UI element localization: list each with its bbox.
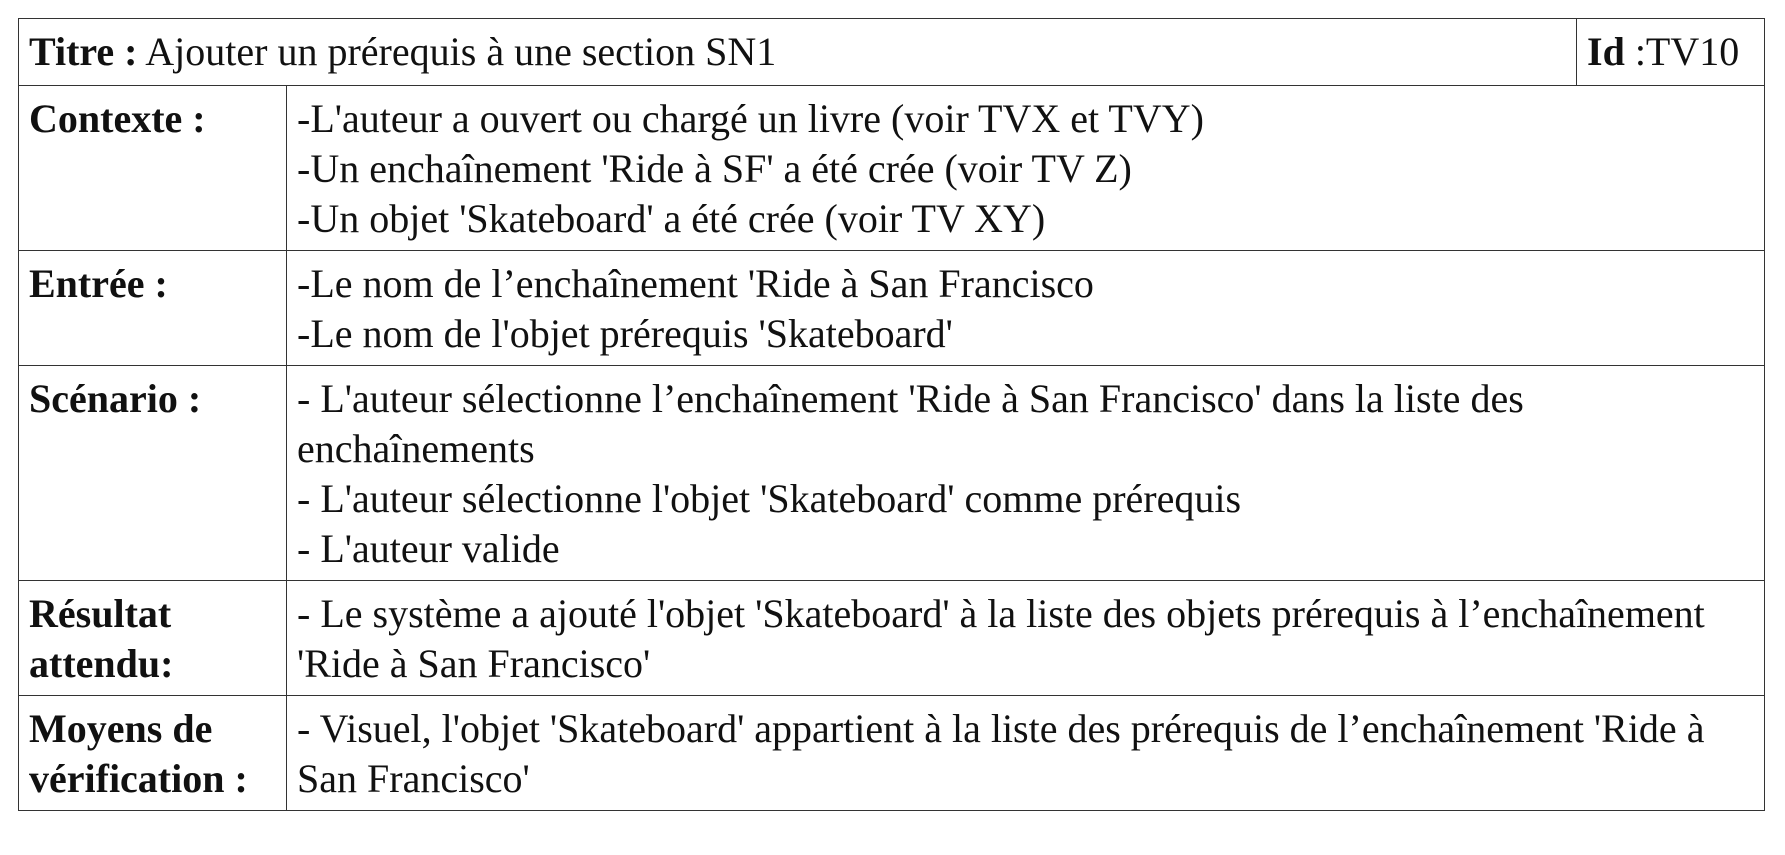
header-row: Titre : Ajouter un prérequis à une secti… xyxy=(18,18,1765,86)
row-label-resultat: Résultat attendu: xyxy=(18,580,287,696)
table-row: Résultat attendu: - Le système a ajouté … xyxy=(18,580,1765,696)
id-value: :TV10 xyxy=(1634,29,1740,74)
row-label-moyens: Moyens de vérification : xyxy=(18,695,287,811)
content-line: -L'auteur a ouvert ou chargé un livre (v… xyxy=(297,96,1204,141)
content-line: -Le nom de l'objet prérequis 'Skateboard… xyxy=(297,311,953,356)
row-label-scenario: Scénario : xyxy=(18,365,287,581)
row-content-resultat: - Le système a ajouté l'objet 'Skateboar… xyxy=(286,580,1765,696)
row-content-scenario: - L'auteur sélectionne l’enchaînement 'R… xyxy=(286,365,1765,581)
content-line: - Le système a ajouté l'objet 'Skateboar… xyxy=(297,591,1705,686)
content-line: - L'auteur valide xyxy=(297,526,560,571)
row-label-contexte: Contexte : xyxy=(18,85,287,251)
title-cell: Titre : Ajouter un prérequis à une secti… xyxy=(18,18,1577,86)
id-label: Id xyxy=(1587,29,1625,74)
title-value: Ajouter un prérequis à une section SN1 xyxy=(145,29,777,74)
row-content-contexte: -L'auteur a ouvert ou chargé un livre (v… xyxy=(286,85,1765,251)
content-line: - Visuel, l'objet 'Skateboard' appartien… xyxy=(297,706,1705,801)
row-content-entree: -Le nom de l’enchaînement 'Ride à San Fr… xyxy=(286,250,1765,366)
table-row: Contexte : -L'auteur a ouvert ou chargé … xyxy=(18,85,1765,251)
content-line: - L'auteur sélectionne l'objet 'Skateboa… xyxy=(297,476,1242,521)
table-row: Scénario : - L'auteur sélectionne l’ench… xyxy=(18,365,1765,581)
test-case-table: Titre : Ajouter un prérequis à une secti… xyxy=(18,18,1765,811)
test-case-sheet: Titre : Ajouter un prérequis à une secti… xyxy=(18,18,1765,811)
content-line: -Un objet 'Skateboard' a été crée (voir … xyxy=(297,196,1046,241)
table-row: Entrée : -Le nom de l’enchaînement 'Ride… xyxy=(18,250,1765,366)
row-content-moyens: - Visuel, l'objet 'Skateboard' appartien… xyxy=(286,695,1765,811)
content-line: - L'auteur sélectionne l’enchaînement 'R… xyxy=(297,376,1524,471)
content-line: -Le nom de l’enchaînement 'Ride à San Fr… xyxy=(297,261,1094,306)
id-cell: Id :TV10 xyxy=(1576,18,1765,86)
content-line: -Un enchaînement 'Ride à SF' a été crée … xyxy=(297,146,1132,191)
row-label-entree: Entrée : xyxy=(18,250,287,366)
table-row: Moyens de vérification : - Visuel, l'obj… xyxy=(18,695,1765,811)
title-label: Titre : xyxy=(29,29,138,74)
